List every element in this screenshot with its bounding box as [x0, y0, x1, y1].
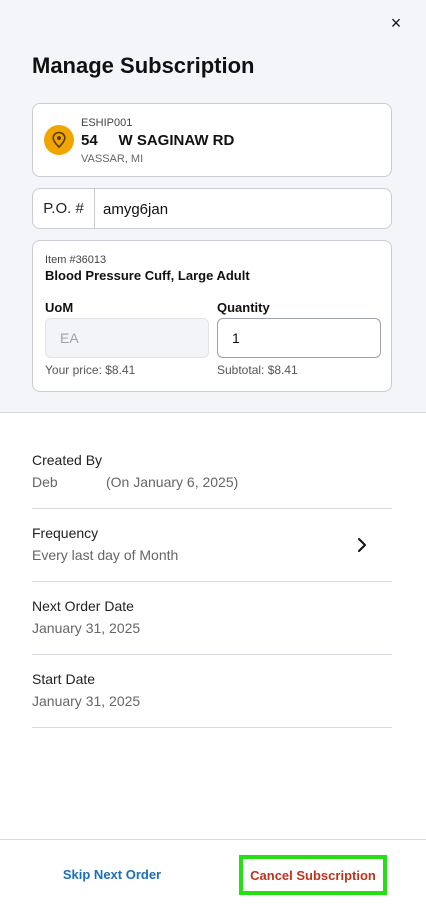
created-by-label: Created By: [32, 452, 103, 468]
created-on-date: (On January 6, 2025): [106, 474, 239, 490]
subtotal: Subtotal: $8.41: [217, 363, 298, 377]
quantity-label: Quantity: [217, 300, 270, 315]
chevron-right-icon[interactable]: [354, 535, 370, 555]
po-label: P.O. #: [33, 189, 95, 228]
divider: [32, 581, 392, 582]
footer-divider: [0, 839, 426, 840]
item-card: Item #36013 Blood Pressure Cuff, Large A…: [32, 240, 392, 392]
po-number-field: P.O. #: [32, 188, 392, 229]
divider: [32, 654, 392, 655]
close-icon[interactable]: ×: [386, 12, 406, 34]
shipping-address-card[interactable]: ESHIP001 54 W SAGINAW RD VASSAR, MI: [32, 103, 392, 177]
quantity-input[interactable]: [217, 318, 381, 358]
address-city: VASSAR, MI: [81, 153, 144, 165]
unit-price: Your price: $8.41: [45, 363, 136, 377]
skip-next-order-button[interactable]: Skip Next Order: [52, 864, 172, 884]
page-title: Manage Subscription: [32, 53, 255, 78]
po-input[interactable]: [103, 197, 383, 221]
created-by-name: Deb: [32, 474, 58, 490]
address-street: 54 W SAGINAW RD: [81, 132, 235, 149]
uom-label: UoM: [45, 300, 74, 315]
start-date-value: January 31, 2025: [32, 693, 141, 709]
location-pin-icon: [44, 125, 74, 155]
frequency-value: Every last day of Month: [32, 547, 179, 563]
divider: [32, 508, 392, 509]
item-number: Item #36013: [45, 254, 107, 266]
subscription-header-panel: × Manage Subscription ESHIP001 54 W SAGI…: [0, 0, 426, 413]
frequency-label: Frequency: [32, 525, 99, 541]
next-order-label: Next Order Date: [32, 598, 134, 614]
cancel-subscription-button[interactable]: Cancel Subscription: [239, 855, 387, 895]
start-date-label: Start Date: [32, 671, 96, 687]
item-name: Blood Pressure Cuff, Large Adult: [45, 268, 250, 283]
divider: [32, 727, 392, 728]
uom-field: EA: [45, 318, 209, 358]
address-code: ESHIP001: [81, 117, 133, 129]
next-order-value: January 31, 2025: [32, 620, 141, 636]
